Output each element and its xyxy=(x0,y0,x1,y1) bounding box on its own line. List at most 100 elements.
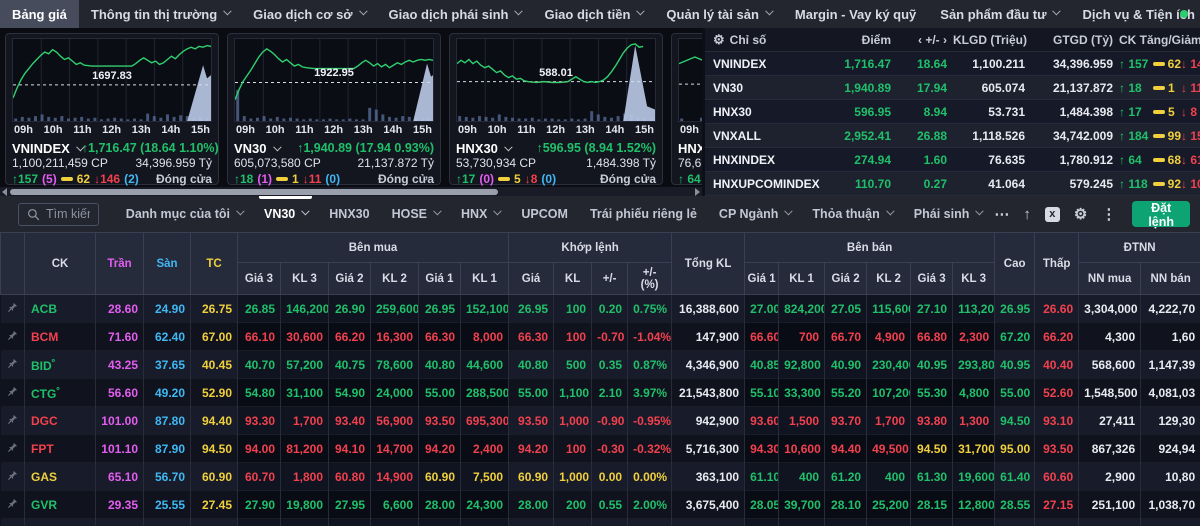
sub-column-header[interactable]: Giá 1 xyxy=(744,262,780,295)
pin-cell[interactable] xyxy=(0,350,25,379)
pin-icon[interactable] xyxy=(7,330,18,341)
nav-item[interactable]: Bảng giá xyxy=(0,0,79,28)
arrow-up-icon[interactable]: ↑ xyxy=(1023,207,1031,222)
gear-icon[interactable]: ⚙ xyxy=(1074,207,1087,222)
market-tab[interactable]: Thỏa thuận xyxy=(801,196,902,232)
nav-item[interactable]: Quản lý tài sản xyxy=(654,0,782,28)
sub-column-header[interactable]: +/- (%) xyxy=(627,262,673,295)
pin-icon[interactable] xyxy=(7,386,18,397)
ticker-cell[interactable]: CTGº xyxy=(24,378,96,407)
pin-cell[interactable] xyxy=(0,322,25,351)
kebab-menu-icon[interactable]: ⋮ xyxy=(1101,207,1116,222)
pin-cell[interactable] xyxy=(0,518,25,526)
scroll-right-icon[interactable] xyxy=(695,187,700,196)
index-row[interactable]: HNX30 596.95 8.94 53.731 1,484.398 ↑ 17 … xyxy=(705,100,1200,124)
pin-icon[interactable] xyxy=(7,498,18,509)
pin-cell[interactable] xyxy=(0,406,25,435)
sub-column-header[interactable]: Giá 2 xyxy=(824,262,868,295)
scroll-left-icon[interactable] xyxy=(2,187,7,196)
stock-row[interactable]: FPT 101.10 87.90 94.50 94.00 81,200 94.10 1… xyxy=(0,434,1200,463)
ceiling-header[interactable]: Trần xyxy=(95,232,144,295)
sub-column-header[interactable]: Giá 2 xyxy=(328,262,371,295)
stock-row[interactable]: BCM 71.60 62.40 67.00 66.10 30,600 66.20 16… xyxy=(0,322,1200,351)
index-row[interactable]: HNXUPCOMINDEX 110.70 0.27 41.064 579.245… xyxy=(705,172,1200,196)
nav-item[interactable]: Giao dịch tiền xyxy=(532,0,654,28)
nav-item[interactable]: Giao dịch phái sinh xyxy=(377,0,533,28)
search-input[interactable] xyxy=(46,207,90,221)
sub-column-header[interactable]: KL 1 xyxy=(778,262,826,295)
sub-column-header[interactable]: KL 3 xyxy=(280,262,329,295)
excel-export-icon[interactable]: x xyxy=(1044,206,1060,222)
ticker-cell[interactable]: BCM xyxy=(24,322,96,351)
market-tab[interactable]: HNX30 xyxy=(318,196,380,232)
high-header[interactable]: Cao xyxy=(994,232,1036,295)
chart-index-name[interactable]: VNINDEX xyxy=(12,141,85,156)
sub-column-header[interactable]: NN bán xyxy=(1140,262,1200,295)
scrollbar-thumb[interactable] xyxy=(10,188,498,195)
nav-item[interactable]: Thông tin thị trường xyxy=(79,0,241,28)
index-row[interactable]: VNINDEX 1,716.47 18.64 1,100.211 34,396.… xyxy=(705,52,1200,76)
total-volume-header[interactable]: Tổng KL xyxy=(671,232,746,295)
ticker-header[interactable]: CK xyxy=(24,232,96,295)
ticker-cell[interactable]: FPT xyxy=(24,434,96,463)
pin-cell[interactable] xyxy=(0,294,25,323)
sub-column-header[interactable]: Giá 3 xyxy=(237,262,281,295)
stock-row[interactable]: BIDº 43.25 37.65 40.45 40.70 57,200 40.75 7… xyxy=(0,350,1200,379)
market-tab[interactable]: HOSE xyxy=(381,196,450,232)
pin-icon[interactable] xyxy=(7,442,18,453)
index-row[interactable]: HNXINDEX 274.94 1.60 76.635 1,780.912 ↑ … xyxy=(705,148,1200,172)
market-tab[interactable]: Danh mục của tôi xyxy=(115,196,253,232)
market-tab[interactable]: UPCOM xyxy=(510,196,579,232)
sub-column-header[interactable]: Giá 3 xyxy=(910,262,954,295)
low-header[interactable]: Thấp xyxy=(1034,232,1080,295)
market-tab[interactable]: VN30 xyxy=(253,196,318,232)
stock-row[interactable]: GAS 65.10 56.70 60.90 60.70 1,800 60.80 14,… xyxy=(0,462,1200,491)
pin-icon[interactable] xyxy=(7,470,18,481)
gear-icon[interactable]: ⚙ xyxy=(713,32,725,47)
ticker-cell[interactable]: DGC xyxy=(24,406,96,435)
pin-cell[interactable] xyxy=(0,462,25,491)
ticker-cell[interactable]: GVR xyxy=(24,490,96,519)
index-row[interactable]: VN30 1,940.89 17.94 605.074 21,137.872 ↑… xyxy=(705,76,1200,100)
pin-cell[interactable] xyxy=(0,490,25,519)
pin-cell[interactable] xyxy=(0,434,25,463)
market-tab[interactable]: HNX xyxy=(450,196,510,232)
nav-item[interactable]: Giao dịch cơ sở xyxy=(241,0,376,28)
sub-column-header[interactable]: +/- xyxy=(591,262,629,295)
place-order-button[interactable]: Đặt lệnh xyxy=(1132,201,1190,229)
ticker-cell[interactable]: HDB xyxy=(24,518,96,526)
market-tab[interactable]: Trái phiếu riêng lẻ xyxy=(579,196,708,232)
index-row[interactable]: VNXALL 2,952.41 26.88 1,118.526 34,742.0… xyxy=(705,124,1200,148)
ticker-cell[interactable]: ACB xyxy=(24,294,96,323)
chart-index-name[interactable]: HNXI xyxy=(678,141,702,156)
sub-column-header[interactable]: KL 2 xyxy=(370,262,419,295)
pin-cell[interactable] xyxy=(0,378,25,407)
pin-icon[interactable] xyxy=(7,302,18,313)
stock-search-box[interactable] xyxy=(18,202,99,226)
more-icon[interactable]: ⋯ xyxy=(994,207,1009,222)
sub-column-header[interactable]: NN mua xyxy=(1078,262,1142,295)
sub-column-header[interactable]: Giá xyxy=(508,262,555,295)
stock-row[interactable]: HDB 22.65 20.25 21.45 21.50143,20021.551… xyxy=(0,518,1200,526)
sub-column-header[interactable]: Giá 1 xyxy=(418,262,461,295)
pin-icon[interactable] xyxy=(7,358,18,369)
stock-row[interactable]: DGC 101.00 87.80 94.40 93.30 1,700 93.40 56… xyxy=(0,406,1200,435)
sub-column-header[interactable]: KL 1 xyxy=(459,262,510,295)
change-header[interactable]: ‹ +/- › xyxy=(897,33,953,47)
sub-column-header[interactable]: KL 3 xyxy=(952,262,996,295)
charts-scrollbar[interactable] xyxy=(0,187,702,196)
sub-column-header[interactable]: KL 2 xyxy=(866,262,912,295)
stock-row[interactable]: CTGº 56.60 49.20 52.90 54.80 31,100 54.90 2… xyxy=(0,378,1200,407)
chart-index-name[interactable]: VN30 xyxy=(234,141,282,156)
ticker-cell[interactable]: BIDº xyxy=(24,350,96,379)
ticker-cell[interactable]: GAS xyxy=(24,462,96,491)
chart-index-name[interactable]: HNX30 xyxy=(456,141,513,156)
market-tab[interactable]: Phái sinh xyxy=(903,196,993,232)
stock-row[interactable]: ACB 28.60 24.90 26.75 26.85 146,200 26.90 2… xyxy=(0,294,1200,323)
pin-icon[interactable] xyxy=(7,414,18,425)
nav-item[interactable]: Margin - Vay ký quỹ xyxy=(783,0,928,28)
floor-header[interactable]: Sàn xyxy=(143,232,191,295)
reference-header[interactable]: TC xyxy=(190,232,238,295)
sub-column-header[interactable]: KL xyxy=(553,262,593,295)
nav-item[interactable]: Sản phẩm đầu tư xyxy=(928,0,1070,28)
